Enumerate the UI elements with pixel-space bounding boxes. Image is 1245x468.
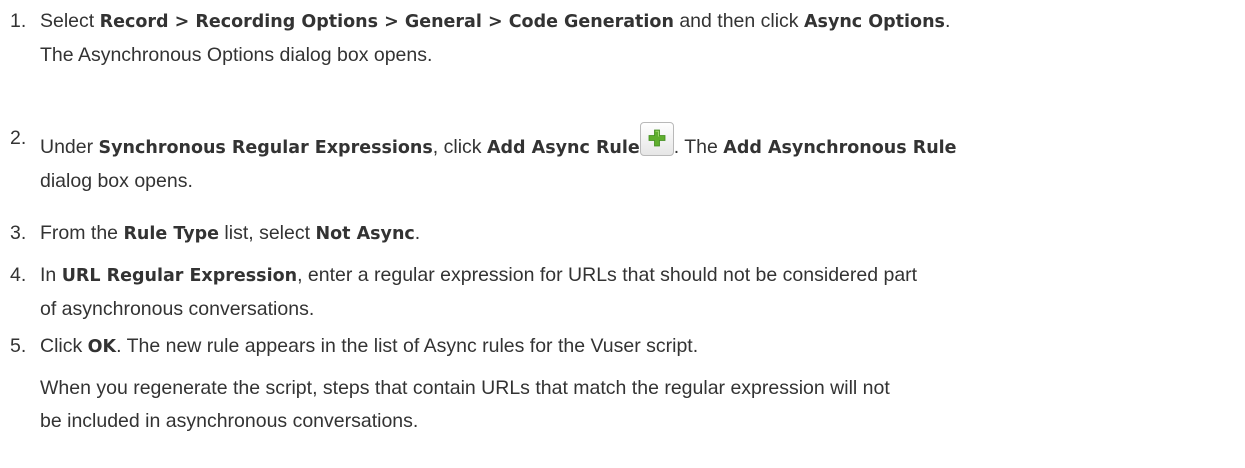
option-name: Not Async xyxy=(315,224,415,244)
button-name: OK xyxy=(87,337,117,357)
text-run: Click xyxy=(40,335,88,357)
text-run: list, select xyxy=(219,222,316,244)
step-number: 1. xyxy=(10,10,27,32)
step-text: From the Rule Type list, select Not Asyn… xyxy=(40,217,1235,251)
step-number: 5. xyxy=(10,335,27,357)
text-run: , enter a regular expression for URLs th… xyxy=(297,264,918,286)
text-run: Select xyxy=(40,10,100,32)
text-run: From the xyxy=(40,222,124,244)
text-run: , click xyxy=(432,136,487,158)
step-body: In URL Regular Expression, enter a regul… xyxy=(40,259,1235,326)
add-plus-icon xyxy=(639,122,674,156)
step-number: 3. xyxy=(10,222,27,244)
text-run: . The xyxy=(673,136,724,158)
field-name: Rule Type xyxy=(123,224,219,244)
step-number: 4. xyxy=(10,264,27,286)
step-body: Select Record > Recording Options > Gene… xyxy=(40,5,1235,72)
step-text: Select Record > Recording Options > Gene… xyxy=(40,5,1235,39)
button-name: Async Options xyxy=(803,12,945,32)
text-run: . xyxy=(944,10,951,32)
step-result: dialog box opens. xyxy=(40,170,193,192)
step-body: From the Rule Type list, select Not Asyn… xyxy=(40,217,1235,251)
step-note: When you regenerate the script, steps th… xyxy=(40,377,890,399)
button-name: Add Async Rule xyxy=(486,138,640,158)
step-number: 2. xyxy=(10,127,27,149)
step-body: Under Synchronous Regular Expressions, c… xyxy=(40,122,1235,198)
field-name: URL Regular Expression xyxy=(61,266,298,286)
dialog-name: Add Asynchronous Rule xyxy=(723,138,957,158)
text-run: Under xyxy=(40,136,99,158)
text-run: . xyxy=(414,222,421,244)
menu-path: Record > Recording Options > General > C… xyxy=(99,12,674,32)
step-text: Click OK. The new rule appears in the li… xyxy=(40,330,1235,364)
text-run: In xyxy=(40,264,62,286)
section-name: Synchronous Regular Expressions xyxy=(98,138,433,158)
step-body: Click OK. The new rule appears in the li… xyxy=(40,330,1235,438)
step-text-continued: of asynchronous conversations. xyxy=(40,298,315,320)
text-run: . The new rule appears in the list of As… xyxy=(116,335,699,357)
step-note-continued: be included in asynchronous conversation… xyxy=(40,410,419,432)
step-text: In URL Regular Expression, enter a regul… xyxy=(40,259,1235,293)
step-result: The Asynchronous Options dialog box open… xyxy=(40,44,433,66)
text-run: and then click xyxy=(673,10,804,32)
step-text: Under Synchronous Regular Expressions, c… xyxy=(40,122,1235,165)
